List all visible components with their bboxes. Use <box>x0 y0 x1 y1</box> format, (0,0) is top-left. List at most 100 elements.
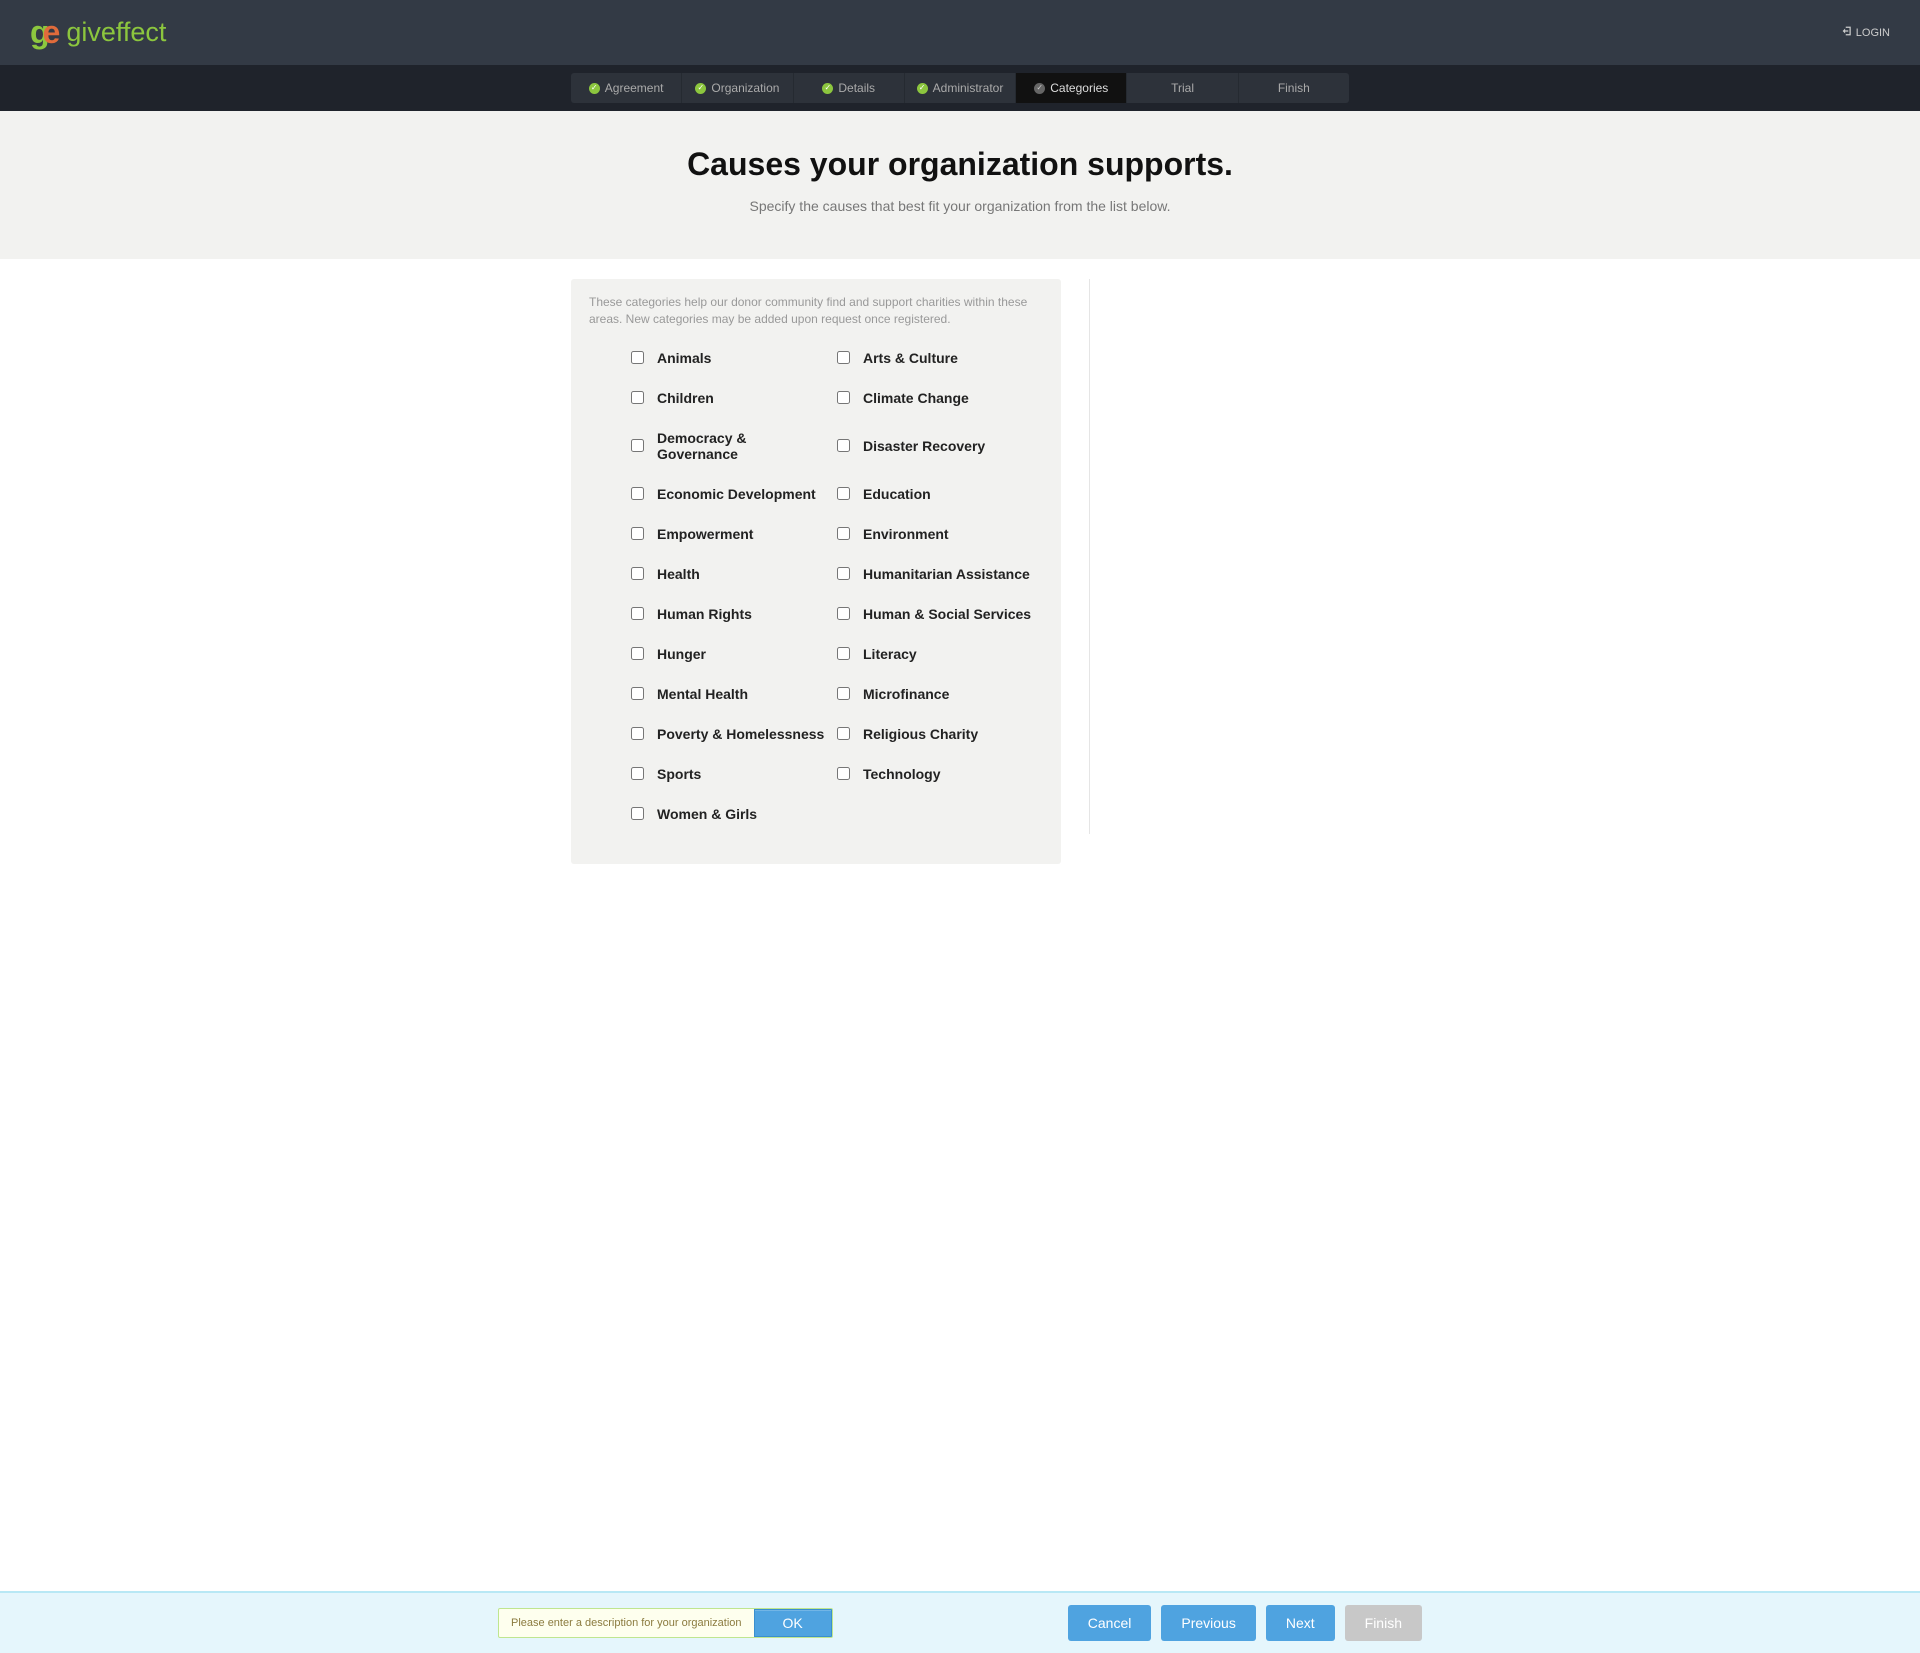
page-title: Causes your organization supports. <box>0 146 1920 183</box>
progress-step-finish: Finish <box>1239 73 1349 103</box>
category-label[interactable]: Poverty & Homelessness <box>657 726 824 742</box>
category-item: Disaster Recovery <box>837 418 1033 474</box>
category-checkbox[interactable] <box>837 567 850 580</box>
login-icon <box>1842 26 1852 39</box>
category-checkbox[interactable] <box>631 807 644 820</box>
title-section: Causes your organization supports. Speci… <box>0 111 1920 259</box>
progress-step-categories[interactable]: ✓Categories <box>1016 73 1127 103</box>
login-link[interactable]: LOGIN <box>1842 26 1890 39</box>
category-checkbox[interactable] <box>631 767 644 780</box>
category-item: Women & Girls <box>631 794 827 834</box>
category-checkbox[interactable] <box>631 527 644 540</box>
category-label[interactable]: Technology <box>863 766 941 782</box>
category-item: Empowerment <box>631 514 827 554</box>
check-icon: ✓ <box>695 83 706 94</box>
category-checkbox[interactable] <box>837 687 850 700</box>
category-label[interactable]: Literacy <box>863 646 917 662</box>
category-checkbox[interactable] <box>631 351 644 364</box>
content-wrap: These categories help our donor communit… <box>0 259 1920 944</box>
category-item: Economic Development <box>631 474 827 514</box>
progress-step-details[interactable]: ✓Details <box>794 73 905 103</box>
category-label[interactable]: Animals <box>657 350 711 366</box>
finish-button[interactable]: Finish <box>1345 1605 1422 1641</box>
category-label[interactable]: Climate Change <box>863 390 969 406</box>
next-button[interactable]: Next <box>1266 1605 1335 1641</box>
category-checkbox[interactable] <box>631 727 644 740</box>
categories-card: These categories help our donor communit… <box>571 279 1061 864</box>
category-checkbox[interactable] <box>837 487 850 500</box>
category-item: Health <box>631 554 827 594</box>
category-item: Animals <box>631 338 827 378</box>
category-item: Human Rights <box>631 594 827 634</box>
categories-description: These categories help our donor communit… <box>589 294 1034 328</box>
category-item: Technology <box>837 754 1033 794</box>
category-item: Human & Social Services <box>837 594 1033 634</box>
top-nav: ge giveffect LOGIN <box>0 0 1920 65</box>
validation-ok-button[interactable]: OK <box>754 1609 832 1637</box>
category-label[interactable]: Humanitarian Assistance <box>863 566 1030 582</box>
category-item: Democracy & Governance <box>631 418 827 474</box>
step-label: Finish <box>1278 81 1310 95</box>
category-checkbox[interactable] <box>837 527 850 540</box>
check-icon: ✓ <box>917 83 928 94</box>
bottom-bar: Please enter a description for your orga… <box>0 1591 1920 1653</box>
step-label: Agreement <box>605 81 664 95</box>
category-checkbox[interactable] <box>631 607 644 620</box>
category-label[interactable]: Health <box>657 566 700 582</box>
category-label[interactable]: Education <box>863 486 931 502</box>
brand-text: giveffect <box>66 17 166 48</box>
category-item: Hunger <box>631 634 827 674</box>
category-label[interactable]: Empowerment <box>657 526 753 542</box>
category-checkbox[interactable] <box>837 351 850 364</box>
category-checkbox[interactable] <box>837 727 850 740</box>
category-checkbox[interactable] <box>837 439 850 452</box>
progress-step-agreement[interactable]: ✓ Agreement <box>571 73 682 103</box>
check-icon: ✓ <box>822 83 833 94</box>
category-checkbox[interactable] <box>631 687 644 700</box>
check-icon: ✓ <box>1034 83 1045 94</box>
category-checkbox[interactable] <box>837 647 850 660</box>
category-label[interactable]: Disaster Recovery <box>863 438 985 454</box>
category-checkbox[interactable] <box>837 607 850 620</box>
category-checkbox[interactable] <box>631 567 644 580</box>
category-item: Literacy <box>837 634 1033 674</box>
category-label[interactable]: Women & Girls <box>657 806 757 822</box>
progress-bar: ✓Agreement✓Organization✓Details✓Administ… <box>571 73 1349 103</box>
category-item: Mental Health <box>631 674 827 714</box>
category-checkbox[interactable] <box>837 767 850 780</box>
category-label[interactable]: Environment <box>863 526 949 542</box>
category-item: Arts & Culture <box>837 338 1033 378</box>
step-label: Administrator <box>933 81 1004 95</box>
category-checkbox[interactable] <box>631 439 644 452</box>
category-item: Sports <box>631 754 827 794</box>
category-label[interactable]: Mental Health <box>657 686 748 702</box>
category-label[interactable]: Religious Charity <box>863 726 978 742</box>
category-item: Environment <box>837 514 1033 554</box>
category-label[interactable]: Children <box>657 390 714 406</box>
category-label[interactable]: Human & Social Services <box>863 606 1031 622</box>
category-checkbox[interactable] <box>837 391 850 404</box>
brand-logo[interactable]: ge giveffect <box>30 14 166 51</box>
sidebar-divider <box>1089 279 1119 834</box>
category-label[interactable]: Microfinance <box>863 686 949 702</box>
category-item: Poverty & Homelessness <box>631 714 827 754</box>
category-label[interactable]: Hunger <box>657 646 706 662</box>
step-label: Organization <box>711 81 779 95</box>
step-label: Trial <box>1171 81 1194 95</box>
check-icon: ✓ <box>589 83 600 94</box>
previous-button[interactable]: Previous <box>1161 1605 1255 1641</box>
category-label[interactable]: Democracy & Governance <box>657 430 827 462</box>
category-checkbox[interactable] <box>631 647 644 660</box>
progress-step-organization[interactable]: ✓ Organization <box>682 73 793 103</box>
category-label[interactable]: Human Rights <box>657 606 752 622</box>
progress-step-administrator[interactable]: ✓ Administrator <box>905 73 1016 103</box>
category-item: Humanitarian Assistance <box>837 554 1033 594</box>
category-label[interactable]: Arts & Culture <box>863 350 958 366</box>
logo-icon: ge <box>30 14 56 51</box>
cancel-button[interactable]: Cancel <box>1068 1605 1152 1641</box>
category-label[interactable]: Sports <box>657 766 701 782</box>
progress-step-trial: Trial <box>1127 73 1238 103</box>
category-checkbox[interactable] <box>631 391 644 404</box>
category-label[interactable]: Economic Development <box>657 486 816 502</box>
category-checkbox[interactable] <box>631 487 644 500</box>
